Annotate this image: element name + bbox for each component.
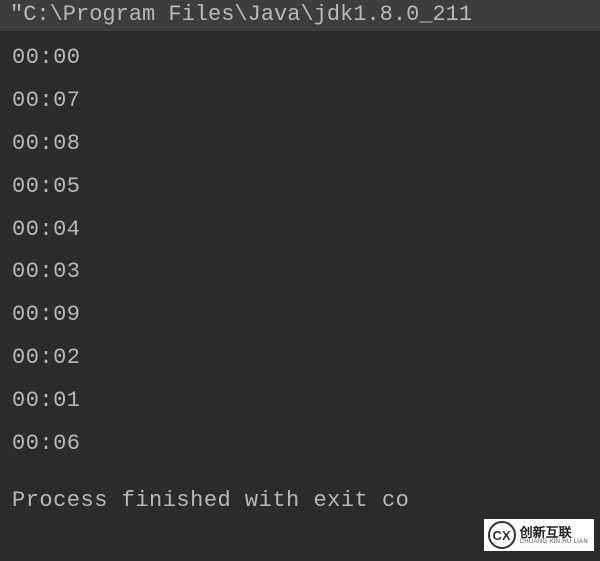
output-line: 00:09 xyxy=(12,294,590,337)
watermark-text: 创新互联 CHUANG XIN HU LIAN xyxy=(520,526,588,545)
output-line: 00:08 xyxy=(12,123,590,166)
console-output-panel: "C:\Program Files\Java\jdk1.8.0_211 00:0… xyxy=(0,0,600,561)
output-lines-container: 00:00 00:07 00:08 00:05 00:04 00:03 00:0… xyxy=(0,31,600,466)
watermark-cn-text: 创新互联 xyxy=(520,526,588,539)
output-line: 00:03 xyxy=(12,251,590,294)
watermark-en-text: CHUANG XIN HU LIAN xyxy=(520,539,588,545)
output-line: 00:05 xyxy=(12,166,590,209)
watermark: CX 创新互联 CHUANG XIN HU LIAN xyxy=(484,519,594,551)
command-path-line: "C:\Program Files\Java\jdk1.8.0_211 xyxy=(0,0,600,31)
output-line: 00:06 xyxy=(12,423,590,466)
output-line: 00:07 xyxy=(12,80,590,123)
output-line: 00:00 xyxy=(12,37,590,80)
output-line: 00:01 xyxy=(12,380,590,423)
output-line: 00:02 xyxy=(12,337,590,380)
watermark-logo-icon: CX xyxy=(488,521,516,549)
output-line: 00:04 xyxy=(12,209,590,252)
process-status-line: Process finished with exit co xyxy=(0,466,600,513)
